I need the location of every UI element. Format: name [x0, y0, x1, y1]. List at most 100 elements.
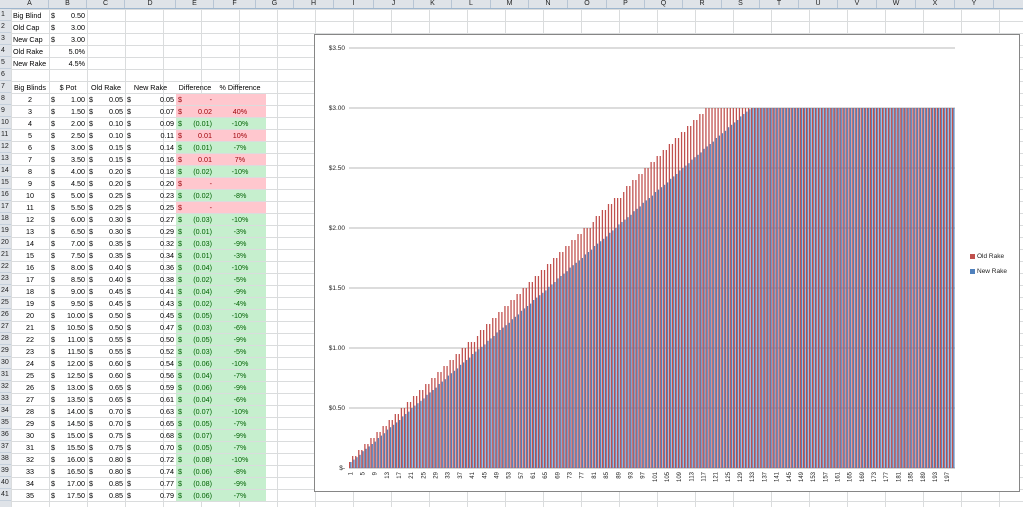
currency-symbol[interactable]: $ [176, 286, 186, 297]
old-rake-cell[interactable]: 0.35 [97, 250, 125, 261]
row-header-11[interactable]: 11 [0, 129, 11, 141]
difference-cell[interactable]: (0.03) [186, 322, 214, 333]
difference-cell[interactable]: (0.06) [186, 382, 214, 393]
new-rake-cell[interactable]: 0.59 [137, 382, 176, 393]
currency-symbol[interactable]: $ [125, 334, 137, 345]
row-header-6[interactable]: 6 [0, 69, 11, 81]
currency-symbol[interactable]: $ [49, 154, 59, 165]
currency-symbol[interactable]: $ [125, 142, 137, 153]
column-header-t[interactable]: T [760, 0, 799, 8]
row-header-7[interactable]: 7 [0, 81, 11, 93]
currency-symbol[interactable]: $ [49, 310, 59, 321]
currency-symbol[interactable]: $ [125, 310, 137, 321]
new-rake-cell[interactable]: 0.38 [137, 274, 176, 285]
pot-cell[interactable]: 6.50 [59, 226, 87, 237]
pct-difference-cell[interactable]: -10% [214, 262, 266, 273]
row-header-13[interactable]: 13 [0, 153, 11, 165]
old-rake-cell[interactable]: 0.40 [97, 262, 125, 273]
pot-cell[interactable]: 9.00 [59, 286, 87, 297]
currency-symbol[interactable]: $ [49, 238, 59, 249]
currency-symbol[interactable]: $ [87, 406, 97, 417]
column-header-m[interactable]: M [491, 0, 529, 8]
column-header-v[interactable]: V [838, 0, 877, 8]
currency-symbol[interactable]: $ [176, 214, 186, 225]
currency-symbol[interactable]: $ [87, 130, 97, 141]
old-rake-cell[interactable]: 0.15 [97, 154, 125, 165]
pct-difference-cell[interactable]: -9% [214, 238, 266, 249]
currency-symbol[interactable]: $ [49, 358, 59, 369]
difference-cell[interactable]: (0.07) [186, 430, 214, 441]
pot-cell[interactable]: 10.50 [59, 322, 87, 333]
big-blinds-cell[interactable]: 6 [11, 142, 49, 153]
currency-symbol[interactable]: $ [87, 106, 97, 117]
new-rake-cell[interactable]: 0.29 [137, 226, 176, 237]
currency-symbol[interactable]: $ [49, 430, 59, 441]
new-rake-cell[interactable]: 0.32 [137, 238, 176, 249]
currency-symbol[interactable]: $ [49, 214, 59, 225]
pct-difference-cell[interactable]: -10% [214, 166, 266, 177]
param-value[interactable]: 3.00 [59, 22, 87, 33]
currency-symbol[interactable]: $ [49, 346, 59, 357]
difference-cell[interactable]: (0.04) [186, 394, 214, 405]
row-header-22[interactable]: 22 [0, 261, 11, 273]
pot-cell[interactable]: 1.50 [59, 106, 87, 117]
pct-difference-cell[interactable] [214, 202, 266, 213]
currency-symbol[interactable]: $ [87, 202, 97, 213]
pot-cell[interactable]: 15.50 [59, 442, 87, 453]
row-header-3[interactable]: 3 [0, 33, 11, 45]
currency-symbol[interactable]: $ [87, 478, 97, 489]
currency-symbol[interactable]: $ [49, 118, 59, 129]
pct-difference-cell[interactable]: -3% [214, 226, 266, 237]
param-label[interactable]: New Rake [11, 58, 49, 69]
currency-symbol[interactable]: $ [176, 202, 186, 213]
currency-symbol[interactable]: $ [176, 166, 186, 177]
currency-symbol[interactable]: $ [176, 442, 186, 453]
currency-symbol[interactable]: $ [176, 226, 186, 237]
currency-symbol[interactable]: $ [176, 250, 186, 261]
currency-symbol[interactable]: $ [49, 250, 59, 261]
difference-cell[interactable]: (0.05) [186, 334, 214, 345]
big-blinds-cell[interactable]: 30 [11, 430, 49, 441]
pot-cell[interactable]: 3.50 [59, 154, 87, 165]
old-rake-cell[interactable]: 0.20 [97, 178, 125, 189]
currency-symbol[interactable]: $ [125, 274, 137, 285]
row-header-16[interactable]: 16 [0, 189, 11, 201]
big-blinds-cell[interactable]: 10 [11, 190, 49, 201]
currency-symbol[interactable]: $ [125, 382, 137, 393]
pct-difference-cell[interactable]: -5% [214, 274, 266, 285]
difference-cell[interactable]: - [186, 178, 214, 189]
currency-symbol[interactable]: $ [125, 286, 137, 297]
currency-symbol[interactable]: $ [49, 190, 59, 201]
old-rake-cell[interactable]: 0.65 [97, 382, 125, 393]
pot-cell[interactable]: 5.00 [59, 190, 87, 201]
row-header-34[interactable]: 34 [0, 405, 11, 417]
param-currency[interactable]: $ [49, 22, 59, 33]
currency-symbol[interactable]: $ [125, 346, 137, 357]
param-value[interactable]: 5.0% [49, 46, 87, 57]
big-blinds-cell[interactable]: 25 [11, 370, 49, 381]
pct-difference-cell[interactable]: -8% [214, 190, 266, 201]
old-rake-cell[interactable]: 0.50 [97, 310, 125, 321]
currency-symbol[interactable]: $ [87, 262, 97, 273]
column-header-e[interactable]: E [176, 0, 214, 8]
new-rake-cell[interactable]: 0.65 [137, 418, 176, 429]
currency-symbol[interactable]: $ [87, 298, 97, 309]
big-blinds-cell[interactable]: 34 [11, 478, 49, 489]
column-header-j[interactable]: J [374, 0, 414, 8]
currency-symbol[interactable]: $ [49, 490, 59, 501]
new-rake-cell[interactable]: 0.23 [137, 190, 176, 201]
row-header-31[interactable]: 31 [0, 369, 11, 381]
difference-cell[interactable]: (0.06) [186, 358, 214, 369]
pot-cell[interactable]: 16.50 [59, 466, 87, 477]
old-rake-cell[interactable]: 0.20 [97, 166, 125, 177]
currency-symbol[interactable]: $ [176, 106, 186, 117]
old-rake-cell[interactable]: 0.35 [97, 238, 125, 249]
row-header-4[interactable]: 4 [0, 45, 11, 57]
difference-cell[interactable]: - [186, 94, 214, 105]
row-header-38[interactable]: 38 [0, 453, 11, 465]
currency-symbol[interactable]: $ [49, 274, 59, 285]
pot-cell[interactable]: 4.50 [59, 178, 87, 189]
currency-symbol[interactable]: $ [125, 214, 137, 225]
currency-symbol[interactable]: $ [87, 346, 97, 357]
currency-symbol[interactable]: $ [125, 226, 137, 237]
